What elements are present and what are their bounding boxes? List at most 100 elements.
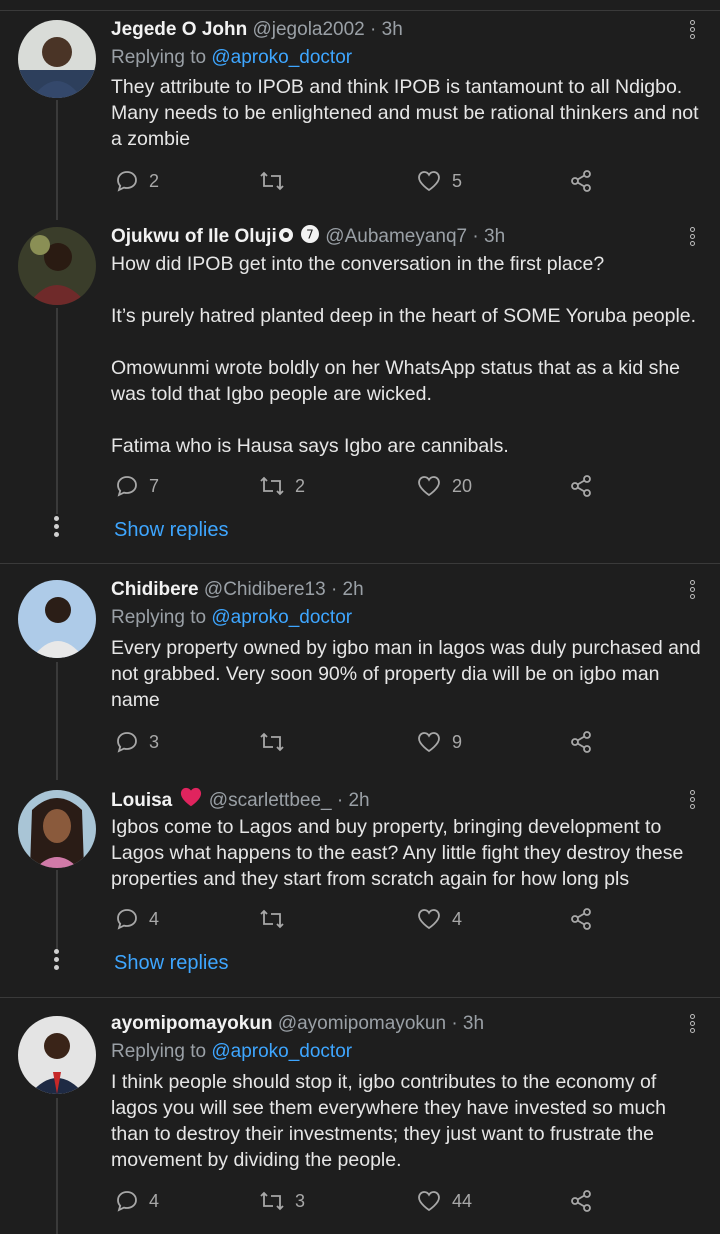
tweet-text: I think people should stop it, igbo cont… [111,1069,706,1173]
author-name[interactable]: Louisa [111,790,172,811]
share-button[interactable] [569,167,593,195]
replying-to-label: Replying to [111,47,207,68]
replying-to-link[interactable]: @aproko_doctor [211,1041,352,1062]
replying-to-link[interactable]: @aproko_doctor [211,607,352,628]
like-button[interactable]: 5 [416,167,462,195]
tweet-paragraph: It’s purely hatred planted deep in the h… [111,305,697,327]
tweet-paragraph: Every property owned by igbo man in lago… [111,637,701,711]
like-count: 44 [452,1190,473,1211]
retweet-button[interactable] [259,905,295,933]
replying-to: Replying to @aproko_doctor [111,604,352,632]
author-handle[interactable]: @Aubameyanq7 [325,226,467,247]
separator: · [472,226,479,247]
more-icon[interactable] [690,1014,698,1035]
reply-icon [117,171,137,192]
more-icon[interactable] [690,790,698,811]
divider [0,10,720,11]
reply-button[interactable]: 4 [115,905,159,933]
like-button[interactable]: 9 [416,728,462,756]
like-button[interactable]: 20 [416,472,472,500]
reply-button[interactable]: 4 [115,1187,159,1215]
share-icon [571,908,591,930]
author-handle[interactable]: @jegola2002 [252,19,364,40]
more-icon[interactable] [690,580,698,601]
like-count: 5 [452,170,463,191]
thread-line [56,870,58,950]
share-icon [571,475,591,497]
retweet-button[interactable]: 3 [259,1187,305,1215]
retweet-button[interactable] [259,728,295,756]
timestamp[interactable]: 2h [343,579,364,600]
author-handle[interactable]: @ayomipomayokun [278,1013,446,1034]
author-name[interactable]: Jegede O John [111,19,247,40]
avatar[interactable] [18,20,96,98]
tweet-paragraph: They attribute to IPOB and think IPOB is… [111,76,699,150]
avatar[interactable] [18,1016,96,1094]
reply-count: 7 [149,475,160,496]
tweet-text: Every property owned by igbo man in lago… [111,635,706,713]
like-icon [418,171,440,192]
like-icon [418,732,440,753]
thread-dots [54,516,60,540]
retweet-button[interactable] [259,167,295,195]
retweet-icon [260,732,284,752]
author-name[interactable]: ayomipomayokun [111,1013,273,1034]
retweet-button[interactable]: 2 [259,472,305,500]
retweet-icon [260,1191,284,1211]
avatar[interactable] [18,580,96,658]
reply-icon [117,476,137,497]
retweet-icon [260,909,284,929]
heart-emoji-icon [180,787,201,807]
more-icon[interactable] [690,227,698,248]
show-replies-link[interactable]: Show replies [114,519,229,542]
divider [0,997,720,998]
author-name[interactable]: Chidibere [111,579,199,600]
timestamp[interactable]: 3h [484,226,505,247]
timestamp[interactable]: 3h [463,1013,484,1034]
replying-to: Replying to @aproko_doctor [111,1038,352,1066]
reply-button[interactable]: 2 [115,167,159,195]
separator: · [451,1013,458,1034]
avatar[interactable] [18,790,96,868]
replying-to-label: Replying to [111,607,207,628]
retweet-icon [260,476,284,496]
like-icon [418,909,440,930]
reply-count: 4 [149,908,160,929]
share-button[interactable] [569,728,593,756]
divider [0,563,720,564]
more-icon[interactable] [690,20,698,41]
thread-line [56,100,58,220]
like-icon [418,476,440,497]
share-button[interactable] [569,472,593,500]
tweet-paragraph: I think people should stop it, igbo cont… [111,1071,666,1171]
author-name[interactable]: Ojukwu of Ile Oluji [111,226,277,247]
share-button[interactable] [569,905,593,933]
reply-button[interactable]: 7 [115,472,159,500]
like-button[interactable]: 44 [416,1187,472,1215]
svg-text:7: 7 [306,228,314,242]
thread-line [56,1098,58,1234]
author-handle[interactable]: @Chidibere13 [204,579,326,600]
reply-count: 2 [149,170,160,191]
thread-line [56,308,58,514]
emoji-icon: 7 [301,225,320,243]
verified-icon [278,228,293,242]
timestamp[interactable]: 3h [382,19,403,40]
show-replies-link[interactable]: Show replies [114,952,229,975]
tweet-text: How did IPOB get into the conversation i… [111,251,706,459]
timestamp[interactable]: 2h [348,790,369,811]
replying-to-label: Replying to [111,1041,207,1062]
replying-to-link[interactable]: @aproko_doctor [211,47,352,68]
like-button[interactable]: 4 [416,905,462,933]
share-icon [571,1190,591,1212]
retweet-icon [260,171,284,191]
thread-dots [54,949,60,973]
author-handle[interactable]: @scarlettbee_ [209,790,332,811]
tweet-paragraph: Igbos come to Lagos and buy property, br… [111,816,684,890]
share-button[interactable] [569,1187,593,1215]
separator: · [330,579,338,600]
reply-icon [117,1191,137,1212]
reply-button[interactable]: 3 [115,728,159,756]
retweet-count: 3 [295,1190,306,1211]
avatar[interactable] [18,227,96,305]
